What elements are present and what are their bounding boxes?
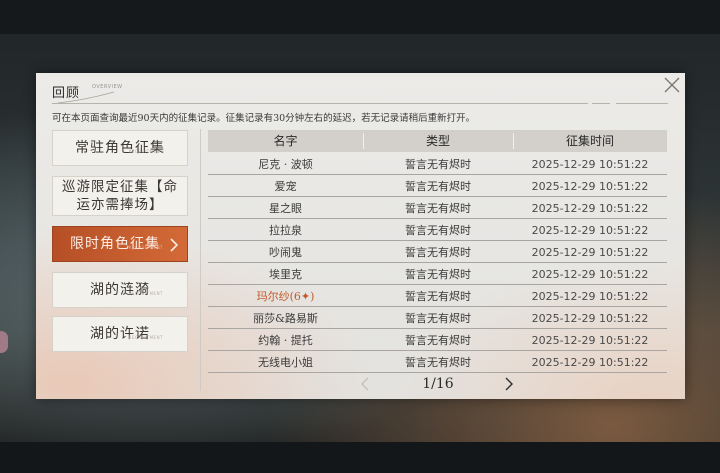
row-name: 玛尔纱(6✦) — [256, 290, 315, 303]
pagination: 1/16 — [358, 374, 518, 394]
row-time: 2025-12-29 10:51:22 — [531, 312, 649, 325]
table-row: 爱宠 誓言无有烬时 2025-12-29 10:51:22 — [208, 176, 667, 197]
table-row: 拉拉泉 誓言无有烬时 2025-12-29 10:51:22 — [208, 220, 667, 241]
row-type: 誓言无有烬时 — [405, 246, 471, 259]
table-row: 无线电小姐 誓言无有烬时 2025-12-29 10:51:22 — [208, 352, 667, 373]
row-type: 誓言无有烬时 — [405, 356, 471, 369]
title-divider-end — [616, 103, 668, 104]
row-name: 埃里克 — [269, 268, 302, 281]
table-row: 约翰 · 提托 誓言无有烬时 2025-12-29 10:51:22 — [208, 330, 667, 351]
top-bar — [0, 0, 720, 34]
title-divider-short — [592, 103, 610, 104]
chevron-right-icon[interactable] — [502, 376, 516, 392]
notice-text: 可在本页面查询最近90天内的征集记录。征集记录有30分钟左右的延迟，若无记录请稍… — [52, 113, 476, 124]
chevron-left-icon[interactable] — [358, 376, 372, 392]
history-dialog: 回顾 OVERVIEW 可在本页面查询最近90天内的征集记录。征集记录有30分钟… — [36, 73, 685, 399]
category-tour-limited[interactable]: 巡游限定征集【命运亦需捧场】 — [52, 176, 188, 216]
row-time: 2025-12-29 10:51:22 — [531, 224, 649, 237]
row-time: 2025-12-29 10:51:22 — [531, 334, 649, 347]
category-standard[interactable]: 常驻角色征集 RECRUITMENT — [52, 130, 188, 166]
category-limited-active[interactable]: 限时角色征集 RECRUITMENT — [52, 226, 188, 262]
category-deco: RECRUITMENT — [128, 245, 163, 250]
row-name: 尼克 · 波顿 — [258, 158, 313, 171]
table-header: 名字 类型 征集时间 — [208, 130, 667, 152]
category-deco: RECRUITMENT — [128, 291, 163, 296]
row-name: 约翰 · 提托 — [258, 334, 313, 347]
category-deco: RECRUITMENT — [128, 335, 163, 340]
row-time: 2025-12-29 10:51:22 — [531, 356, 649, 369]
row-type: 誓言无有烬时 — [405, 224, 471, 237]
category-label: 巡游限定征集【命运亦需捧场】 — [62, 179, 178, 213]
table-row: 星之眼 誓言无有烬时 2025-12-29 10:51:22 — [208, 198, 667, 219]
bottom-bar — [0, 442, 720, 473]
panel-divider — [200, 129, 201, 391]
row-name: 无线电小姐 — [258, 356, 313, 369]
row-name: 丽莎&路易斯 — [253, 312, 318, 325]
table-row-highlight: 玛尔纱(6✦) 誓言无有烬时 2025-12-29 10:51:22 — [208, 286, 667, 307]
row-time: 2025-12-29 10:51:22 — [531, 268, 649, 281]
row-type: 誓言无有烬时 — [405, 180, 471, 193]
row-name: 爱宠 — [274, 180, 297, 193]
table-row: 丽莎&路易斯 誓言无有烬时 2025-12-29 10:51:22 — [208, 308, 667, 329]
row-time: 2025-12-29 10:51:22 — [531, 290, 649, 303]
header-name: 名字 — [273, 134, 298, 148]
row-type: 誓言无有烬时 — [405, 312, 471, 325]
header-time: 征集时间 — [565, 134, 614, 148]
category-lake-ripple[interactable]: 湖的涟漪 RECRUITMENT — [52, 272, 188, 308]
dialog-title-deco: OVERVIEW — [92, 84, 123, 90]
page-indicator: 1/16 — [422, 376, 454, 392]
row-time: 2025-12-29 10:51:22 — [531, 180, 649, 193]
row-type: 誓言无有烬时 — [405, 334, 471, 347]
row-type: 誓言无有烬时 — [405, 158, 471, 171]
category-lake-promise[interactable]: 湖的许诺 RECRUITMENT — [52, 316, 188, 352]
row-time: 2025-12-29 10:51:22 — [531, 202, 649, 215]
table-row: 吵闹鬼 誓言无有烬时 2025-12-29 10:51:22 — [208, 242, 667, 263]
row-name: 星之眼 — [269, 202, 302, 215]
table-row: 埃里克 誓言无有烬时 2025-12-29 10:51:22 — [208, 264, 667, 285]
header-type: 类型 — [425, 134, 450, 148]
row-type: 誓言无有烬时 — [405, 202, 471, 215]
row-type: 誓言无有烬时 — [405, 290, 471, 303]
row-name: 拉拉泉 — [269, 224, 302, 237]
title-divider — [52, 103, 588, 104]
row-name: 吵闹鬼 — [269, 246, 302, 259]
row-time: 2025-12-29 10:51:22 — [531, 158, 649, 171]
category-deco: RECRUITMENT — [128, 149, 163, 154]
close-icon[interactable] — [663, 76, 681, 94]
side-tab[interactable] — [0, 331, 8, 353]
chevron-right-icon — [170, 238, 179, 252]
row-time: 2025-12-29 10:51:22 — [531, 246, 649, 259]
row-type: 誓言无有烬时 — [405, 268, 471, 281]
table-row: 尼克 · 波顿 誓言无有烬时 2025-12-29 10:51:22 — [208, 154, 667, 175]
